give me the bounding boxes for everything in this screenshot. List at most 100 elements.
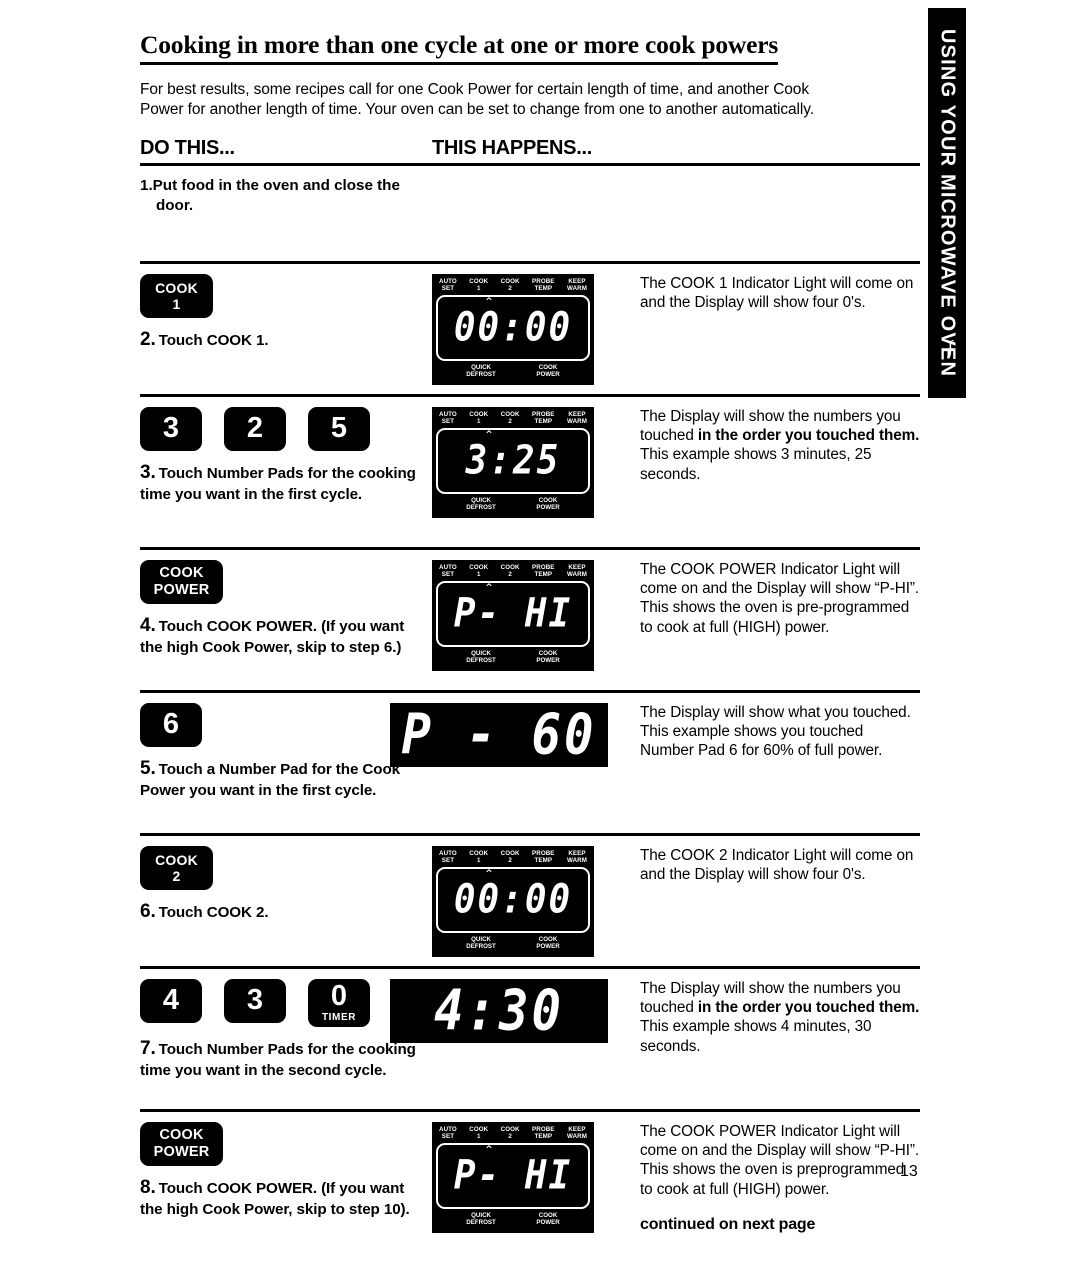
step-instruction-text: Touch COOK 2. (158, 903, 269, 921)
step-result-text: The COOK 1 Indicator Light will come on … (640, 274, 914, 312)
section-index-tab: USING YOUR MICROWAVE OVEN ∫ (928, 8, 966, 398)
page-content: Cooking in more than one cycle at one or… (140, 30, 920, 1262)
step-instruction-text: Touch COOK POWER. (If you want the high … (140, 617, 405, 657)
oven-display-panel: AUTO SET COOK 1 COOK 2 PROBE TEMP KEEP WARM 3… (432, 406, 594, 519)
keypad-button-group: 6 (140, 702, 430, 747)
number-pad-button[interactable]: 0 TIMER (308, 978, 370, 1027)
keypad-button-group: COOK 1 (140, 273, 430, 318)
display-readout: P- HI (453, 1152, 573, 1199)
step-instruction-text: Touch a Number Pad for the Cook Power yo… (140, 760, 400, 800)
panel-indicator-label: COOK 1 (469, 277, 489, 292)
panel-indicator-label: QUICK DEFROST (466, 1212, 496, 1227)
step-this-happens-cell: The Display will show the numbers you to… (640, 979, 920, 1057)
panel-indicator-label: COOK POWER (536, 364, 560, 379)
number-pad-button[interactable]: 2 (224, 406, 286, 451)
oven-display-panel: AUTO SET COOK 1 COOK 2 PROBE TEMP KEEP WARM P… (432, 559, 594, 672)
number-pad-label: 5 (330, 412, 348, 445)
step-this-happens-cell: The COOK POWER Indicator Light will come… (640, 560, 920, 638)
cook-cycle-button[interactable]: COOK 1 (140, 273, 213, 318)
pad-label-line2: 1 (172, 295, 181, 312)
step-row: 3 2 5 3. Touch Number Pads for the cooking t… (140, 397, 920, 547)
step-this-happens-cell: The Display will show what you touched. … (640, 703, 920, 761)
oven-display-panel-large: 4:30 (390, 977, 608, 1044)
number-pad-button[interactable]: 4 (140, 978, 202, 1023)
panel-indicator-label: PROBE TEMP (532, 563, 555, 578)
number-pad-label: 6 (162, 708, 180, 741)
step-number: 7. (140, 1037, 156, 1059)
step-display-cell: 4:30 (390, 978, 608, 1043)
step-this-happens-cell: The COOK 1 Indicator Light will come on … (640, 274, 920, 313)
panel-indicator-labels-top: AUTO SET COOK 1 COOK 2 PROBE TEMP KEEP WARM (436, 277, 590, 293)
number-pad-button[interactable]: 6 (140, 702, 202, 747)
display-readout: 00:00 (453, 876, 573, 923)
step-instruction: 6. Touch COOK 2. (140, 900, 430, 925)
panel-indicator-label: KEEP WARM (566, 563, 587, 578)
panel-indicator-label: COOK 1 (469, 410, 489, 425)
step-this-happens-cell: The COOK POWER Indicator Light will come… (640, 1122, 920, 1236)
step-instruction-text: Put food in the oven and close the door. (152, 176, 400, 215)
panel-indicator-label: COOK 1 (469, 563, 489, 578)
panel-indicator-labels-bottom: QUICK DEFROST COOK POWER (436, 651, 590, 665)
oven-display-screen: 00:00 ⌃ (436, 867, 590, 934)
step-number: 5. (140, 757, 156, 779)
step-display-cell: AUTO SET COOK 1 COOK 2 PROBE TEMP KEEP WARM 0… (432, 845, 632, 958)
step-do-this-cell: COOK 1 2. Touch COOK 1. (140, 273, 430, 353)
step-number: 8. (140, 1176, 156, 1198)
section-index-tab-label: USING YOUR MICROWAVE OVEN (936, 28, 959, 378)
cook-power-button[interactable]: COOK POWER (140, 1121, 223, 1166)
pad-label-line1: COOK (155, 851, 198, 868)
step-number: 3. (140, 461, 156, 483)
panel-indicator-label: PROBE TEMP (532, 1125, 555, 1140)
step-instruction: 8. Touch COOK POWER. (If you want the hig… (140, 1176, 430, 1220)
panel-indicator-label: COOK POWER (536, 1212, 560, 1227)
panel-indicator-label: KEEP WARM (566, 849, 587, 864)
display-readout: 4:30 (433, 977, 564, 1044)
panel-indicator-label: QUICK DEFROST (466, 364, 496, 379)
panel-indicator-label: PROBE TEMP (532, 849, 555, 864)
step-instruction: 4. Touch COOK POWER. (If you want the hig… (140, 614, 430, 658)
step-instruction-text: Touch COOK 1. (158, 331, 269, 349)
panel-indicator-label: AUTO SET (439, 1125, 457, 1140)
number-pad-button[interactable]: 3 (224, 978, 286, 1023)
display-readout: P - 60 (401, 701, 597, 768)
oven-display-screen: P- HI ⌃ (436, 1143, 590, 1210)
number-pad-button[interactable]: 5 (308, 406, 370, 451)
page-number: 13 (900, 1163, 918, 1180)
step-number: 6. (140, 900, 156, 922)
indicator-caret-icon: ⌃ (484, 295, 495, 310)
pad-label-line2: 2 (172, 867, 181, 884)
step-row: 1.Put food in the oven and close the doo… (140, 166, 920, 261)
number-pad-button[interactable]: 3 (140, 406, 202, 451)
keypad-button-group: COOK POWER (140, 1121, 430, 1166)
oven-display-screen: P- HI ⌃ (436, 581, 590, 648)
oven-display-screen: 00:00 ⌃ (436, 295, 590, 362)
keypad-button-group: COOK 2 (140, 845, 430, 890)
step-row: COOK 1 2. Touch COOK 1. AUTO SET COOK 1 COOK 2… (140, 264, 920, 394)
panel-indicator-label: COOK 1 (469, 1125, 489, 1140)
step-result-text: The COOK POWER Indicator Light will come… (640, 560, 919, 636)
cook-cycle-button[interactable]: COOK 2 (140, 845, 213, 890)
indicator-caret-icon: ⌃ (484, 581, 495, 596)
column-header-this-happens: THIS HAPPENS... (432, 136, 592, 159)
panel-indicator-label: KEEP WARM (566, 1125, 587, 1140)
indicator-caret-icon: ⌃ (484, 428, 495, 443)
cook-power-button[interactable]: COOK POWER (140, 559, 223, 604)
step-result-text: The COOK 2 Indicator Light will come on … (640, 846, 914, 884)
number-pad-label: 3 (162, 412, 180, 445)
oven-display-panel-large: P - 60 (390, 701, 608, 768)
number-pad-label: 2 (246, 412, 264, 445)
page-curl-mark: ∫ (948, 337, 953, 357)
panel-indicator-label: KEEP WARM (566, 410, 587, 425)
number-pad-label: 3 (246, 984, 264, 1017)
step-instruction-text: Touch Number Pads for the cooking time y… (140, 1040, 416, 1080)
page-title: Cooking in more than one cycle at one or… (140, 30, 778, 66)
step-this-happens-cell: The Display will show the numbers you to… (640, 407, 920, 485)
panel-indicator-label: QUICK DEFROST (466, 497, 496, 512)
panel-indicator-label: COOK POWER (536, 497, 560, 512)
panel-indicator-labels-top: AUTO SET COOK 1 COOK 2 PROBE TEMP KEEP WARM (436, 849, 590, 865)
panel-indicator-label: PROBE TEMP (532, 410, 555, 425)
panel-indicator-labels-top: AUTO SET COOK 1 COOK 2 PROBE TEMP KEEP WARM (436, 1125, 590, 1141)
keypad-button-group: 3 2 5 (140, 406, 430, 451)
step-instruction: 1.Put food in the oven and close the doo… (140, 176, 430, 217)
number-pad-label: 0 (330, 980, 348, 1013)
